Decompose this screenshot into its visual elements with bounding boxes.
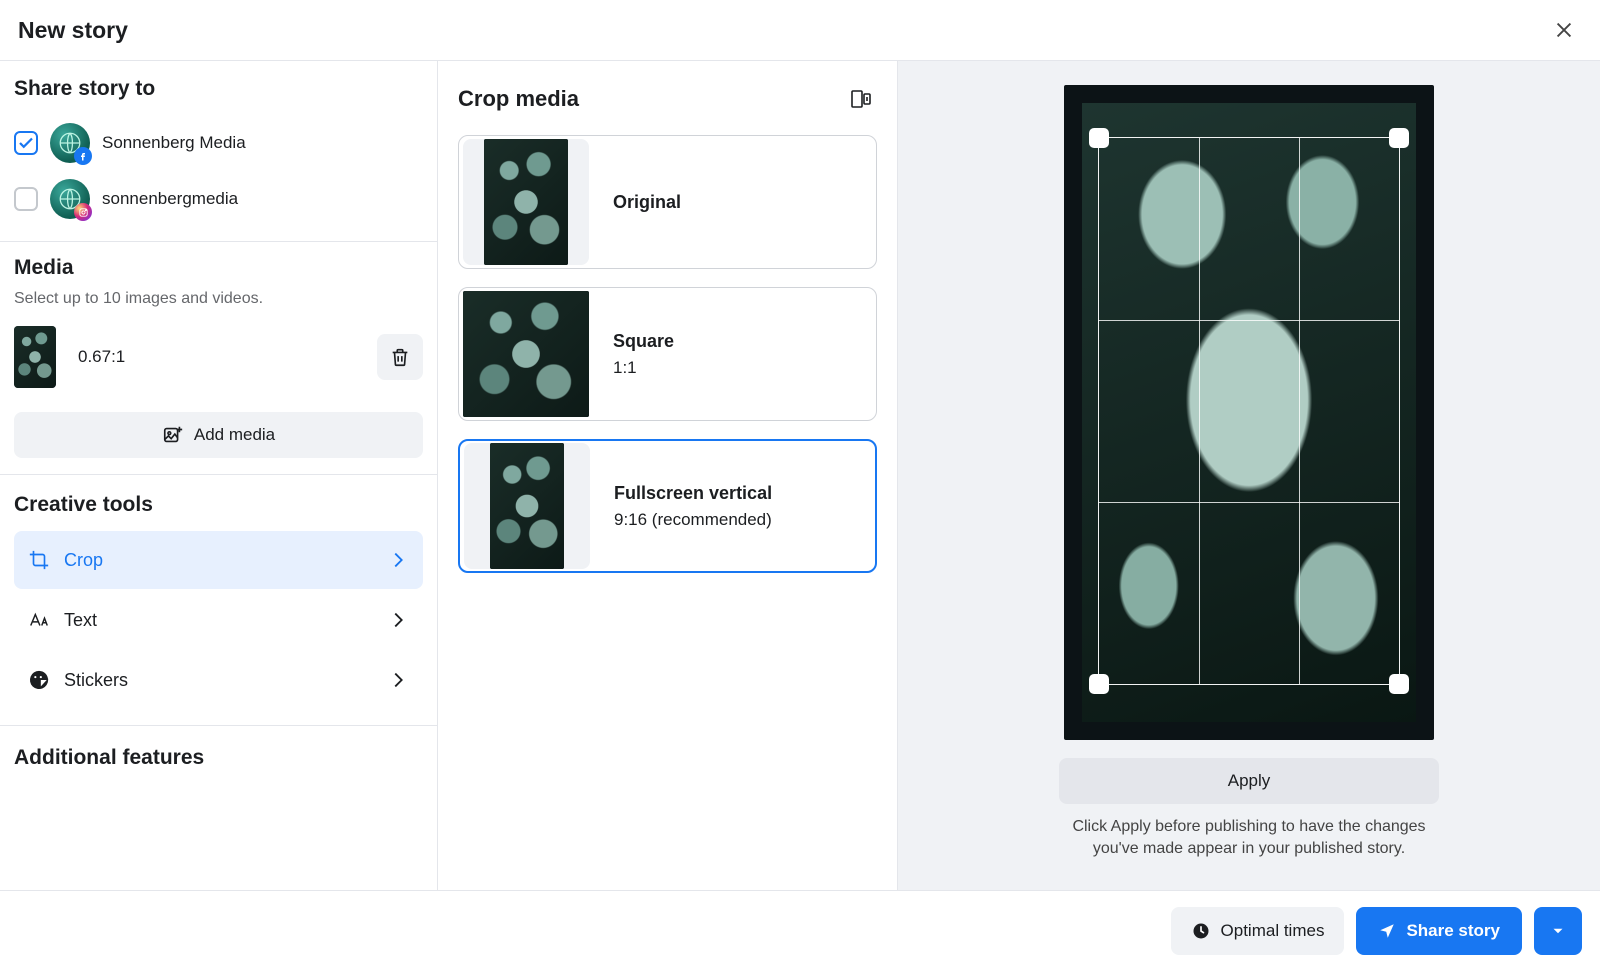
tool-text[interactable]: Text: [14, 591, 423, 649]
crop-option-title: Original: [613, 192, 681, 213]
crop-handle-tl[interactable]: [1089, 128, 1109, 148]
account-name: Sonnenberg Media: [102, 133, 246, 153]
aspect-toggle-button[interactable]: [845, 83, 877, 115]
media-item[interactable]: 0.67:1: [14, 326, 423, 388]
account-checkbox[interactable]: [14, 131, 38, 155]
optimal-times-label: Optimal times: [1221, 921, 1325, 941]
apply-label: Apply: [1228, 771, 1271, 791]
tool-label: Stickers: [64, 670, 128, 691]
avatar: [50, 123, 90, 163]
crop-option-title: Fullscreen vertical: [614, 483, 772, 504]
account-row-instagram[interactable]: sonnenbergmedia: [14, 171, 423, 227]
caret-down-icon: [1549, 922, 1567, 940]
add-media-button[interactable]: Add media: [14, 412, 423, 458]
share-story-label: Share story: [1406, 921, 1500, 941]
crop-option-sub: 9:16 (recommended): [614, 510, 772, 530]
crop-option-fullscreen-vertical[interactable]: Fullscreen vertical 9:16 (recommended): [458, 439, 877, 573]
tool-label: Crop: [64, 550, 103, 571]
aspect-icon: [849, 87, 873, 111]
apply-hint: Click Apply before publishing to have th…: [1059, 816, 1439, 861]
page-title: New story: [18, 17, 128, 44]
crop-handle-tr[interactable]: [1389, 128, 1409, 148]
close-icon: [1553, 19, 1575, 41]
clock-icon: [1191, 921, 1211, 941]
trash-icon: [389, 346, 411, 368]
facebook-badge-icon: [74, 147, 92, 165]
crop-thumbnail: [463, 291, 589, 417]
media-heading: Media: [14, 256, 423, 280]
crop-icon: [28, 549, 50, 571]
tool-crop[interactable]: Crop: [14, 531, 423, 589]
crop-option-sub: 1:1: [613, 358, 674, 378]
delete-media-button[interactable]: [377, 334, 423, 380]
text-icon: [28, 609, 50, 631]
image-plus-icon: [162, 424, 184, 446]
tool-label: Text: [64, 610, 97, 631]
apply-button[interactable]: Apply: [1059, 758, 1439, 804]
send-icon: [1378, 922, 1396, 940]
share-more-button[interactable]: [1534, 907, 1582, 955]
optimal-times-button[interactable]: Optimal times: [1171, 907, 1345, 955]
check-icon: [17, 134, 35, 152]
add-media-label: Add media: [194, 425, 275, 445]
crop-media-heading: Crop media: [458, 86, 579, 112]
crop-option-original[interactable]: Original: [458, 135, 877, 269]
crop-option-square[interactable]: Square 1:1: [458, 287, 877, 421]
crop-frame[interactable]: [1098, 137, 1400, 685]
creative-tools-heading: Creative tools: [14, 493, 423, 517]
chevron-right-icon: [387, 549, 409, 571]
close-button[interactable]: [1546, 12, 1582, 48]
chevron-right-icon: [387, 669, 409, 691]
account-row-facebook[interactable]: Sonnenberg Media: [14, 115, 423, 171]
crop-option-title: Square: [613, 331, 674, 352]
account-checkbox[interactable]: [14, 187, 38, 211]
crop-thumbnail: [484, 139, 568, 265]
tool-stickers[interactable]: Stickers: [14, 651, 423, 709]
crop-preview[interactable]: [1064, 85, 1434, 740]
crop-handle-br[interactable]: [1389, 674, 1409, 694]
share-heading: Share story to: [14, 77, 423, 101]
chevron-right-icon: [387, 609, 409, 631]
avatar: [50, 179, 90, 219]
sticker-icon: [28, 669, 50, 691]
media-hint: Select up to 10 images and videos.: [14, 290, 423, 308]
additional-features-heading: Additional features: [14, 746, 423, 770]
account-name: sonnenbergmedia: [102, 189, 238, 209]
media-thumbnail: [14, 326, 56, 388]
crop-thumbnail: [490, 443, 564, 569]
crop-handle-bl[interactable]: [1089, 674, 1109, 694]
share-story-button[interactable]: Share story: [1356, 907, 1522, 955]
media-ratio: 0.67:1: [78, 347, 125, 367]
instagram-badge-icon: [74, 203, 92, 221]
